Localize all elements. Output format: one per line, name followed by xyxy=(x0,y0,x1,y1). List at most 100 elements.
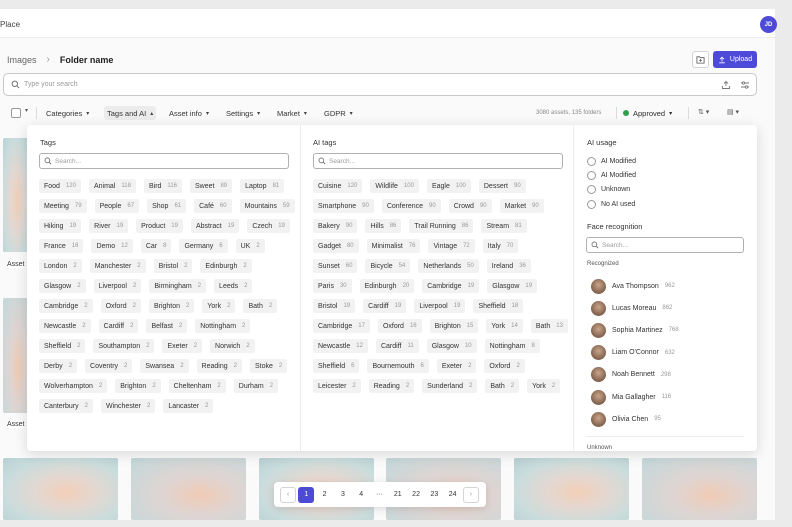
new-folder-button[interactable] xyxy=(692,51,709,68)
filter-gdpr[interactable]: GDPR ▾ xyxy=(321,106,356,120)
tag-chip[interactable]: Vintage 72 xyxy=(428,239,475,253)
page-button[interactable]: 21 xyxy=(390,487,406,503)
tag-chip[interactable]: Sunset 60 xyxy=(313,259,358,273)
breadcrumb-root[interactable]: Images xyxy=(7,55,37,65)
tag-chip[interactable]: Belfast 2 xyxy=(146,319,188,333)
tag-chip[interactable]: Newcastle 2 xyxy=(39,319,91,333)
tag-chip[interactable]: Demo 12 xyxy=(91,239,133,253)
sort-icon[interactable]: ⇅ ▾ xyxy=(698,108,709,116)
tag-chip[interactable]: Liverpool 2 xyxy=(93,279,142,293)
tag-chip[interactable]: Birmingham 2 xyxy=(149,279,207,293)
tag-chip[interactable]: Sheffield 2 xyxy=(39,339,86,353)
ai-tags-search-input[interactable]: Search... xyxy=(313,153,563,169)
tag-chip[interactable]: UK 2 xyxy=(235,239,265,253)
tag-chip[interactable]: Brighton 2 xyxy=(148,299,195,313)
asset-thumbnail[interactable] xyxy=(642,458,757,520)
tag-chip[interactable]: Winchester 2 xyxy=(100,399,156,413)
chevron-down-icon[interactable]: ▾ xyxy=(25,107,28,114)
tag-chip[interactable]: Product 19 xyxy=(136,219,183,233)
grid-view-icon[interactable]: ▤ ▾ xyxy=(727,108,739,116)
tag-chip[interactable]: Wolverhampton 2 xyxy=(39,379,108,393)
tag-chip[interactable]: Nottingham 2 xyxy=(195,319,251,333)
tag-chip[interactable]: Café 60 xyxy=(194,199,232,213)
tag-chip[interactable]: York 2 xyxy=(527,379,561,393)
tag-chip[interactable]: Paris 30 xyxy=(313,279,352,293)
tag-chip[interactable]: Food 120 xyxy=(39,179,81,193)
tag-chip[interactable]: France 16 xyxy=(39,239,84,253)
tag-chip[interactable]: Coventry 2 xyxy=(85,359,133,373)
tag-chip[interactable]: Hiking 19 xyxy=(39,219,82,233)
tag-chip[interactable]: Bicycle 54 xyxy=(365,259,411,273)
upload-button[interactable]: Upload xyxy=(713,51,757,68)
tag-chip[interactable]: Car 8 xyxy=(140,239,172,253)
filter-asset-info[interactable]: Asset info ▾ xyxy=(166,106,212,120)
tag-chip[interactable]: Wildlife 100 xyxy=(370,179,419,193)
tag-chip[interactable]: Smartphone 90 xyxy=(313,199,374,213)
tag-chip[interactable]: Sheffield 18 xyxy=(473,299,524,313)
radio-button[interactable] xyxy=(587,170,596,180)
tags-search-input[interactable]: Search... xyxy=(39,153,289,169)
tag-chip[interactable]: Bath 2 xyxy=(485,379,520,393)
tag-chip[interactable]: Brighton 15 xyxy=(429,319,479,333)
tag-chip[interactable]: Bristol 19 xyxy=(313,299,356,313)
tag-chip[interactable]: Oxford 2 xyxy=(100,299,141,313)
tag-chip[interactable]: Lancaster 2 xyxy=(163,399,214,413)
tag-chip[interactable]: Bird 116 xyxy=(143,179,182,193)
tag-chip[interactable]: Italy 70 xyxy=(482,239,519,253)
tag-chip[interactable]: People 67 xyxy=(94,199,140,213)
tag-chip[interactable]: Cardiff 19 xyxy=(363,299,407,313)
tag-chip[interactable]: Bournemouth 6 xyxy=(367,359,429,373)
tag-chip[interactable]: Bath 2 xyxy=(243,299,278,313)
tag-chip[interactable]: York 2 xyxy=(202,299,236,313)
tag-chip[interactable]: Exeter 2 xyxy=(162,339,203,353)
tag-chip[interactable]: Leicester 2 xyxy=(313,379,361,393)
search-input[interactable]: Type your search xyxy=(24,81,78,88)
tag-chip[interactable]: Reading 2 xyxy=(368,379,415,393)
filter-market[interactable]: Market ▾ xyxy=(274,106,310,120)
tag-chip[interactable]: Gadget 80 xyxy=(313,239,359,253)
radio-button[interactable] xyxy=(587,185,596,195)
person-item[interactable]: Olivia Chen 95 xyxy=(591,408,679,430)
asset-thumbnail[interactable] xyxy=(3,298,28,413)
tag-chip[interactable]: Animal 118 xyxy=(88,179,136,193)
tag-chip[interactable]: Newcastle 12 xyxy=(313,339,368,353)
asset-thumbnail[interactable] xyxy=(3,138,28,252)
tag-chip[interactable]: Edinburgh 20 xyxy=(359,279,415,293)
tag-chip[interactable]: Abstract 19 xyxy=(190,219,240,233)
tag-chip[interactable]: Derby 2 xyxy=(39,359,78,373)
filter-tags-and-ai[interactable]: Tags and AI ▴ xyxy=(104,106,157,120)
tag-chip[interactable]: Manchester 2 xyxy=(89,259,146,273)
page-button[interactable]: 22 xyxy=(408,487,424,503)
tag-chip[interactable]: Nottingham 8 xyxy=(484,339,540,353)
tag-chip[interactable]: London 2 xyxy=(39,259,82,273)
tag-chip[interactable]: Stream 81 xyxy=(481,219,527,233)
tag-chip[interactable]: Cardiff 2 xyxy=(98,319,139,333)
tag-chip[interactable]: River 19 xyxy=(89,219,129,233)
person-item[interactable]: Noah Bennett 298 xyxy=(591,364,679,386)
tag-chip[interactable]: Laptop 81 xyxy=(240,179,285,193)
page-button[interactable]: 23 xyxy=(426,487,442,503)
radio-button[interactable] xyxy=(587,156,596,166)
tag-chip[interactable]: Crowd 90 xyxy=(448,199,492,213)
tag-chip[interactable]: Reading 2 xyxy=(196,359,242,373)
tag-chip[interactable]: Glasgow 10 xyxy=(426,339,477,353)
tag-chip[interactable]: Czech 19 xyxy=(247,219,290,233)
asset-thumbnail[interactable] xyxy=(3,458,118,520)
tag-chip[interactable]: Glasgow 2 xyxy=(39,279,86,293)
tag-chip[interactable]: Bristol 2 xyxy=(153,259,193,273)
person-item[interactable]: Mia Gallagher 116 xyxy=(591,386,679,408)
ai-usage-option[interactable]: AI Modified xyxy=(587,168,636,182)
face-search-input[interactable]: Search... xyxy=(586,237,744,253)
tag-chip[interactable]: Cardiff 11 xyxy=(375,339,419,353)
next-page-button[interactable]: › xyxy=(462,486,479,503)
search-bar[interactable]: Type your search xyxy=(3,73,757,96)
select-all-checkbox[interactable] xyxy=(11,108,21,118)
tag-chip[interactable]: Sheffield 6 xyxy=(313,359,360,373)
filter-settings[interactable]: Settings ▾ xyxy=(223,106,263,120)
tag-chip[interactable]: Conference 90 xyxy=(381,199,441,213)
filter-categories[interactable]: Categories ▾ xyxy=(43,106,92,120)
tag-chip[interactable]: Cambridge 2 xyxy=(39,299,93,313)
tag-chip[interactable]: Liverpool 19 xyxy=(414,299,466,313)
approval-filter[interactable]: Approved ▾ xyxy=(623,106,672,120)
tag-chip[interactable]: Oxford 16 xyxy=(377,319,422,333)
